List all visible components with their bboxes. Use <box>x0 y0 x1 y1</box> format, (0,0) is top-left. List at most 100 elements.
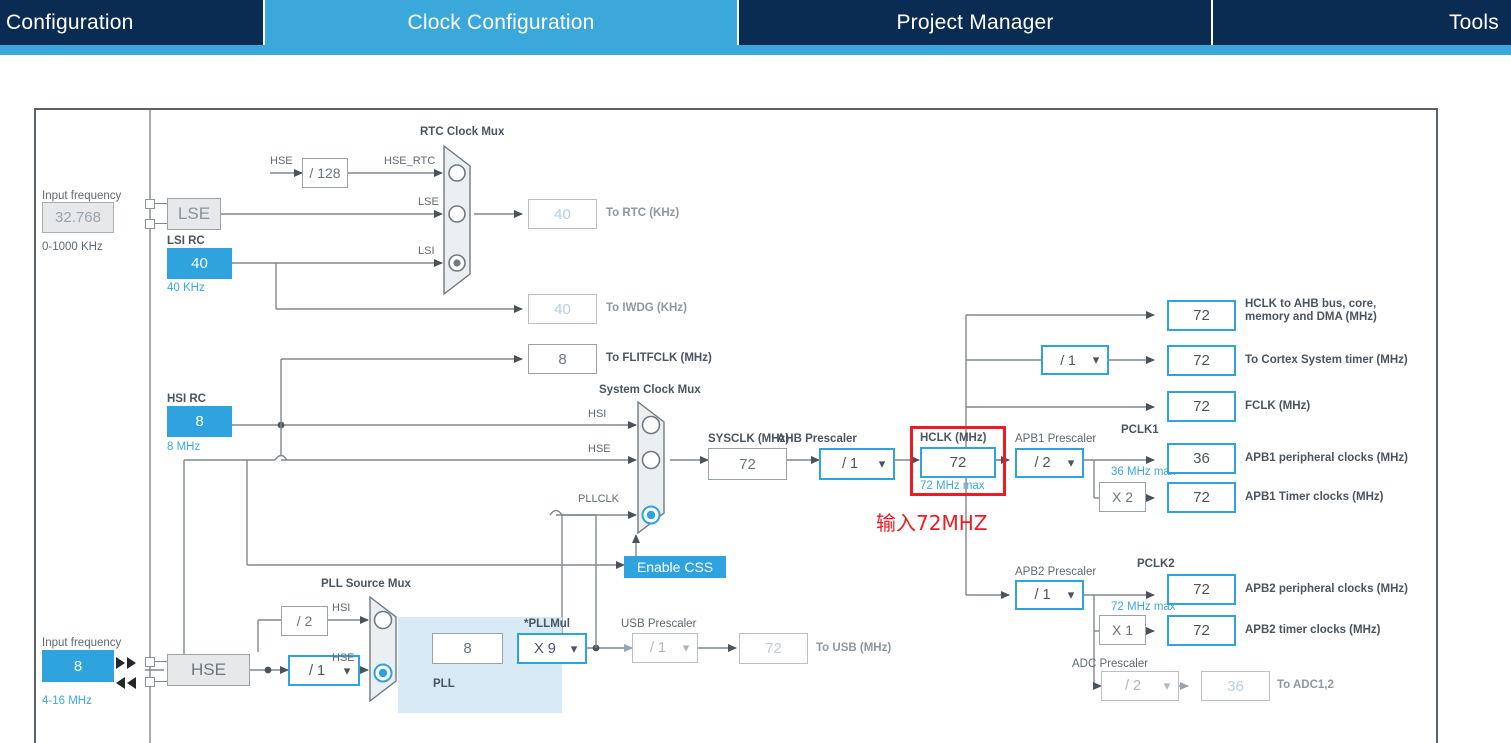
pclk2-label: PCLK2 <box>1137 558 1175 570</box>
tab-clock-configuration[interactable]: Clock Configuration <box>265 0 737 45</box>
fclk-output-field[interactable]: 72 <box>1167 391 1236 422</box>
apb2-prescaler-value: / 1 <box>1034 587 1051 603</box>
rtc-clock-mux[interactable] <box>442 144 478 296</box>
hclk-value: 72 <box>949 454 967 471</box>
system-clock-mux[interactable] <box>636 400 672 535</box>
tab-bar-underline <box>0 45 1511 55</box>
lse-oscillator-label: LSE <box>177 204 211 223</box>
to-usb-output-value: 72 <box>765 640 782 657</box>
lse-pin-top[interactable] <box>145 199 155 209</box>
lse-mux-input-label: LSE <box>418 196 439 208</box>
clock-tree-canvas[interactable]: Input frequency 32.768 0-1000 KHz 0-1000… <box>34 108 1438 743</box>
apb1-prescaler-select[interactable]: / 2 ▾ <box>1015 448 1084 478</box>
lse-pin-bottom[interactable] <box>145 219 155 229</box>
apb1-timer-multiplier-box: X 2 <box>1099 482 1146 512</box>
to-rtc-output-value: 40 <box>554 205 571 223</box>
lsi-frequency-field[interactable]: 40 <box>167 248 232 279</box>
sysclk-mux-input-pllclk: PLLCLK <box>578 493 619 505</box>
ahb-prescaler-value: / 1 <box>841 456 859 472</box>
hclk-annotation: 输入72MHZ <box>876 511 988 535</box>
adc-prescaler-select: / 2 ▾ <box>1101 671 1179 701</box>
pclk1-label: PCLK1 <box>1121 424 1159 436</box>
hse-oscillator-box[interactable]: HSE <box>167 654 250 686</box>
fclk-output-value: 72 <box>1193 398 1210 415</box>
hse-rtc-signal-label: HSE <box>270 155 293 167</box>
pllmul-value: X 9 <box>534 640 556 657</box>
sysclk-mux-input-hse: HSE <box>588 443 611 455</box>
to-adc-output-value: 36 <box>1227 677 1244 695</box>
apb1-prescaler-value: / 2 <box>1034 455 1051 471</box>
apb1-prescaler-title: APB1 Prescaler <box>1015 433 1097 445</box>
chevron-down-icon: ▾ <box>1067 455 1075 470</box>
clock-tree-diagram: Input frequency 32.768 0-1000 KHz 0-1000… <box>36 110 1436 743</box>
apb2-peripheral-output-field[interactable]: 72 <box>1167 574 1236 605</box>
apb1-peripheral-output-label: APB1 peripheral clocks (MHz) <box>1245 452 1408 464</box>
hsi-frequency-value: 8 <box>195 413 204 430</box>
apb2-timer-output-field[interactable]: 72 <box>1167 615 1236 646</box>
to-iwdg-output-label: To IWDG (KHz) <box>606 302 687 314</box>
hsi-frequency-field[interactable]: 8 <box>167 406 232 437</box>
hse-pin-top[interactable] <box>145 657 155 667</box>
hse-rtc-out-label: HSE_RTC <box>384 155 436 167</box>
pll-source-mux-title: PLL Source Mux <box>321 578 411 590</box>
lsi-mux-input-label: LSI <box>418 245 435 257</box>
to-iwdg-output-value: 40 <box>554 300 571 318</box>
lse-input-frequency-field[interactable]: 32.768 <box>42 202 114 233</box>
apb1-timer-output-field[interactable]: 72 <box>1167 482 1236 513</box>
cortex-timer-output-label: To Cortex System timer (MHz) <box>1245 354 1408 366</box>
enable-css-button[interactable]: Enable CSS <box>624 556 726 578</box>
pll-input-field: 8 <box>432 633 503 664</box>
lsi-frequency-value: 40 <box>191 255 208 272</box>
ahb-prescaler-select[interactable]: / 1 ▾ <box>819 448 895 480</box>
usb-prescaler-value: / 1 <box>649 640 667 656</box>
ahb-prescaler-title: AHB Prescaler <box>777 433 857 445</box>
stm32cubemx-clock-configuration-window: Configuration Clock Configuration Projec… <box>0 0 1511 743</box>
cortex-timer-output-field[interactable]: 72 <box>1167 345 1236 376</box>
hse-rtc-divider-box: / 128 <box>302 158 348 188</box>
fclk-output-label: FCLK (MHz) <box>1245 400 1311 412</box>
pllmul-select[interactable]: X 9 ▾ <box>517 633 587 664</box>
pll-mux-input-hse: HSE <box>332 652 355 664</box>
tab-project-manager-label: Project Manager <box>896 10 1054 34</box>
sysclk-field: 72 <box>708 448 787 480</box>
cortex-prescaler-select[interactable]: / 1 ▾ <box>1041 345 1109 375</box>
usb-prescaler-title: USB Prescaler <box>621 618 697 630</box>
to-usb-output-label: To USB (MHz) <box>816 642 892 654</box>
lse-pin-lead-top <box>155 203 167 205</box>
usb-prescaler-select: / 1 ▾ <box>632 633 698 663</box>
tab-configuration[interactable]: Configuration <box>0 0 263 45</box>
hse-out-arrows <box>116 676 144 694</box>
to-rtc-output-field: 40 <box>528 199 597 229</box>
clock-toolbar: Resolve Clock Issues <box>0 55 1511 149</box>
apb1-timer-output-label: APB1 Timer clocks (MHz) <box>1245 491 1384 503</box>
apb1-timer-multiplier-value: X 2 <box>1111 489 1133 505</box>
pll-panel-label: PLL <box>433 678 455 690</box>
apb1-timer-output-value: 72 <box>1193 489 1210 506</box>
to-flitfclk-output-field: 8 <box>528 344 597 374</box>
lse-pin-lead-bottom <box>155 223 167 225</box>
to-usb-output-field: 72 <box>739 633 808 664</box>
chevron-down-icon: ▾ <box>1163 678 1171 693</box>
apb2-peripheral-output-label: APB2 peripheral clocks (MHz) <box>1245 583 1408 595</box>
hclk-ahb-output-field[interactable]: 72 <box>1167 300 1236 331</box>
hse-pin-bottom[interactable] <box>145 677 155 687</box>
apb2-timer-output-label: APB2 timer clocks (MHz) <box>1245 624 1381 636</box>
chevron-down-icon: ▾ <box>1092 352 1100 367</box>
apb2-timer-multiplier-box: X 1 <box>1099 615 1146 645</box>
apb1-peripheral-output-field[interactable]: 36 <box>1167 443 1236 474</box>
apb2-peripheral-output-value: 72 <box>1193 581 1210 598</box>
pll-mux-input-hsi: HSI <box>332 602 351 614</box>
enable-css-label: Enable CSS <box>636 559 714 575</box>
lse-oscillator-box[interactable]: LSE <box>167 198 221 230</box>
apb2-timer-multiplier-value: X 1 <box>1111 622 1133 638</box>
hclk-ahb-output-value: 72 <box>1193 307 1210 324</box>
hse-input-frequency-field[interactable]: 8 <box>42 650 114 682</box>
tab-configuration-label: Configuration <box>6 10 134 34</box>
to-flitfclk-output-value: 8 <box>558 350 567 368</box>
hclk-ahb-output-label: HCLK to AHB bus, core, memory and DMA (M… <box>1245 298 1377 323</box>
apb2-prescaler-select[interactable]: / 1 ▾ <box>1015 580 1084 610</box>
apb2-max-label: 72 MHz max <box>1111 601 1176 613</box>
hclk-field[interactable]: 72 <box>920 447 996 478</box>
tab-tools[interactable]: Tools <box>1213 0 1511 45</box>
tab-project-manager[interactable]: Project Manager <box>739 0 1211 45</box>
